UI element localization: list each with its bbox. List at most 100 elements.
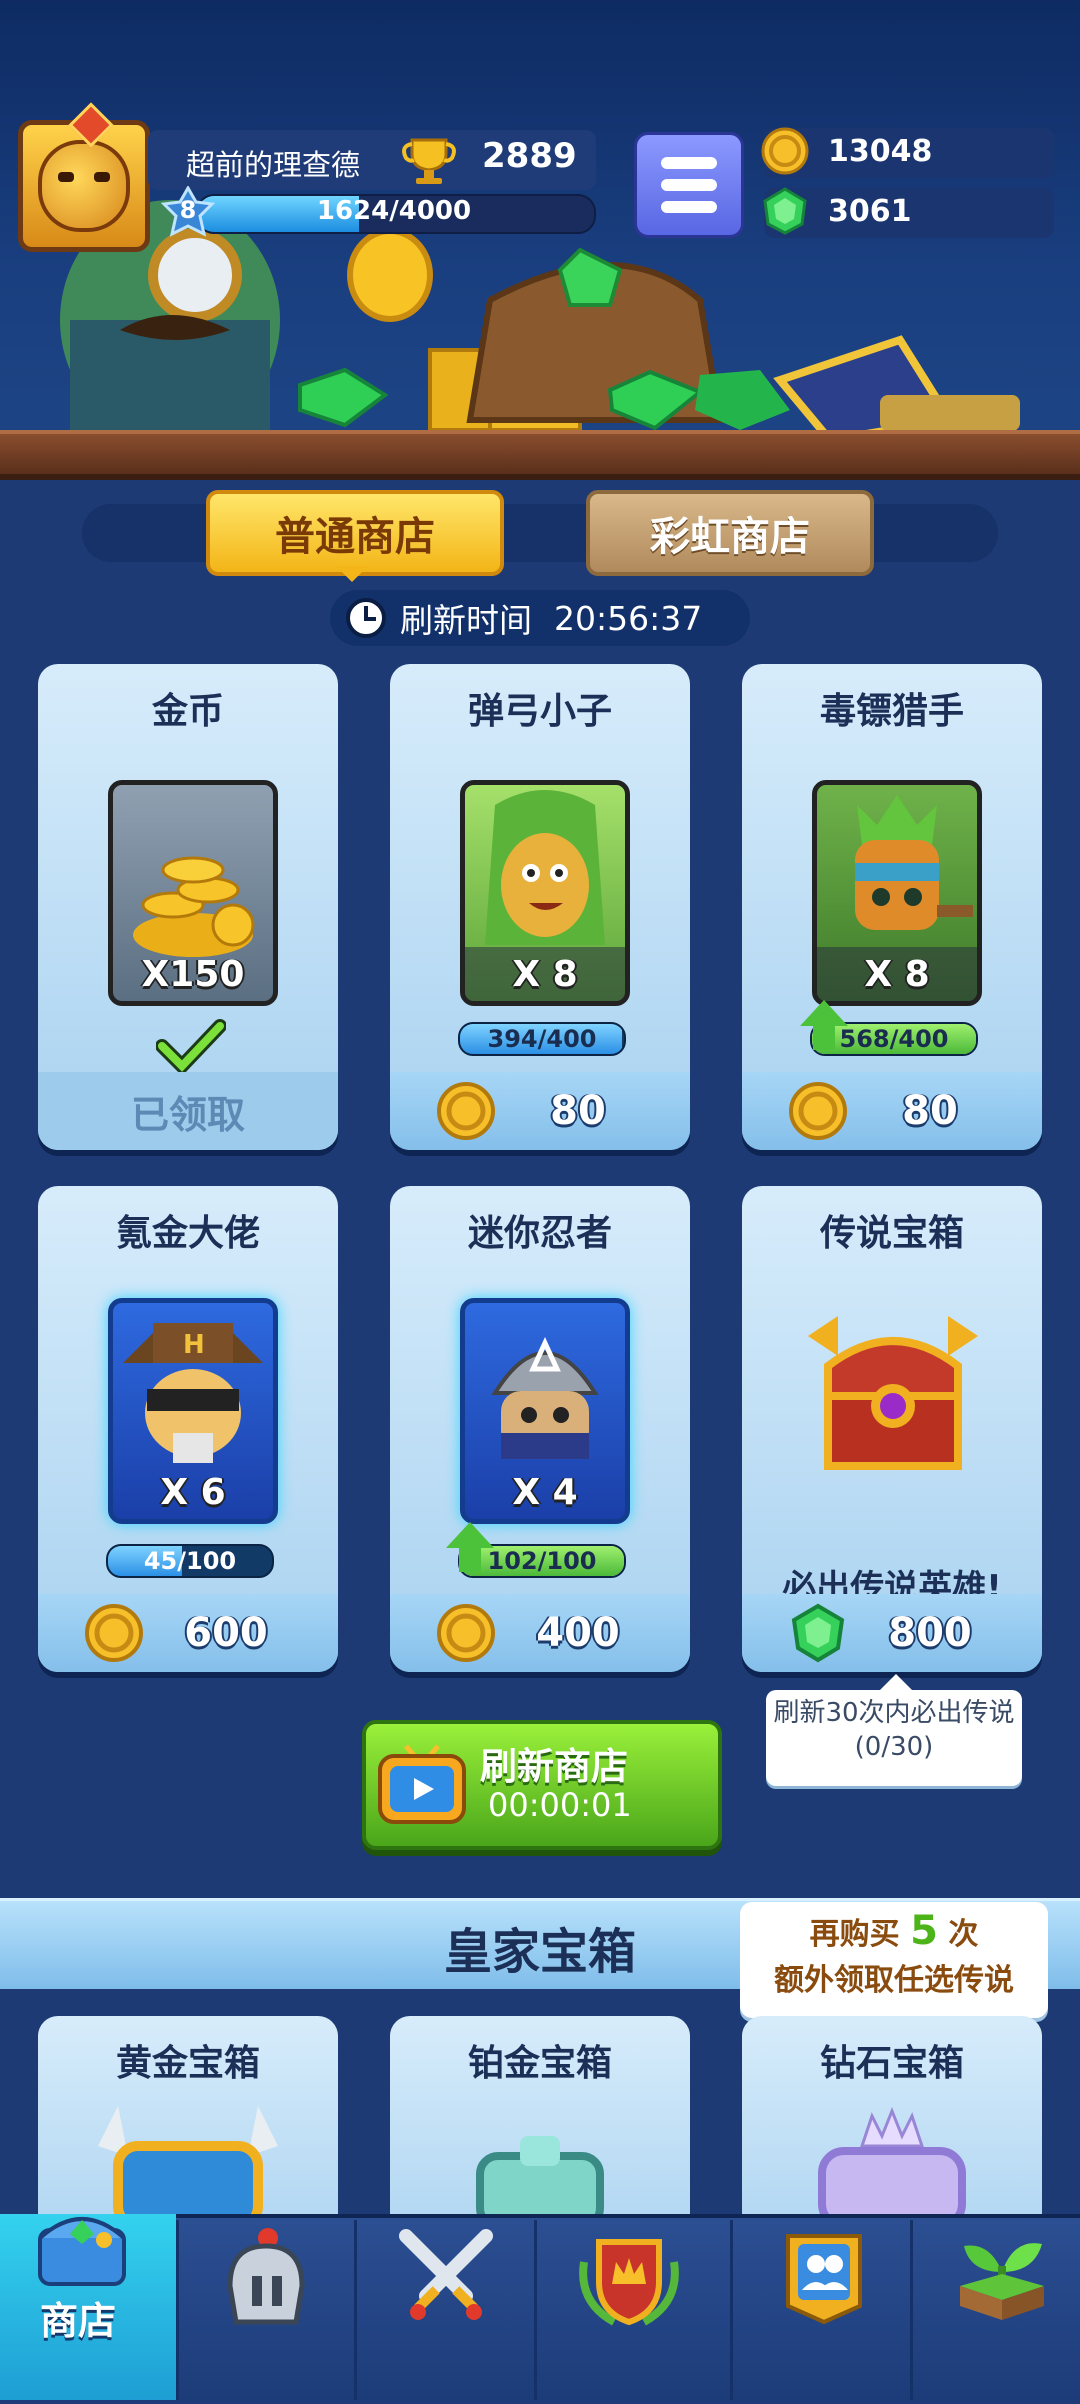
price-bar: 80 [390,1072,690,1150]
hero-frame: X 8 [812,780,982,1006]
svg-text:H: H [183,1330,205,1360]
bonus-offer-badge: 再购买 5 次 额外领取任选传说 [740,1902,1048,2018]
nav-divider [534,2220,537,2400]
upgrade-arrow-icon [446,1522,494,1548]
level-number: 8 [179,196,197,224]
refresh-shop-button[interactable]: 刷新商店 00:00:01 [362,1720,722,1850]
hero-frame: H X 6 [108,1298,278,1524]
menu-line-icon [661,179,717,191]
price-value: 600 [184,1610,268,1656]
nav-divider [910,2220,913,2400]
shelf [0,430,1080,474]
checkmark-icon [156,1019,226,1074]
video-tv-icon [378,1744,466,1824]
price-value: 400 [536,1610,620,1656]
shop-card-rich-boss[interactable]: 氪金大佬 H X 6 45/100 600 [38,1186,338,1672]
bonus-count: 5 [910,1908,938,1954]
trophy-count: 2889 [482,136,577,176]
shop-card-gold[interactable]: 金币 X150 已领取 [38,664,338,1150]
tab-pointer [336,566,368,582]
shop-card-legendary-chest[interactable]: 传说宝箱 必出传说英雄! 800 [742,1186,1042,1672]
nav-divider [354,2220,357,2400]
card-title: 铂金宝箱 [467,2043,612,2084]
card-title: 传说宝箱 [819,1213,964,1254]
price-bar: 800 [742,1594,1042,1672]
gold-amount: 13048 [828,134,933,169]
price-bar: 400 [390,1594,690,1672]
upgrade-arrow-icon [800,1000,848,1026]
knight-helmet-icon[interactable] [216,2226,316,2336]
progress-text: 45/100 [143,1547,237,1575]
tooltip-line2: (0/30) [854,1732,934,1762]
item-quantity: X 8 [864,954,930,995]
bonus-text: 次 [948,1917,979,1952]
card-progress-bar: 394/400 [458,1022,626,1056]
refresh-time: 20:56:37 [554,598,703,638]
gold-coin-icon [789,1082,847,1140]
bonus-line2: 额外领取任选传说 [774,1963,1014,1998]
avatar-face [38,140,130,232]
card-title: 钻石宝箱 [819,2043,964,2084]
menu-line-icon [661,201,717,213]
gem-amount: 3061 [828,194,912,229]
platinum-chest-icon [476,2136,604,2226]
refresh-label: 刷新时间 [400,601,532,640]
price-bar: 600 [38,1594,338,1672]
price-value: 80 [902,1088,958,1134]
menu-button[interactable] [634,132,744,238]
card-progress-bar: 45/100 [106,1544,274,1578]
refresh-timer: 刷新时间 20:56:37 [330,590,750,646]
player-name: 超前的理查德 [186,148,361,182]
nav-divider [176,2220,179,2400]
hero-frame: X 8 [460,780,630,1006]
bonus-line1: 再购买 5 次 [740,1908,1048,1958]
legendary-pity-tooltip: 刷新30次内必出传说 (0/30) [766,1674,1022,1786]
gold-coin-icon [761,127,809,175]
price-value: 80 [550,1088,606,1134]
upgrade-arrow-stem [459,1548,481,1572]
crossed-swords-icon[interactable] [396,2226,496,2326]
refresh-shop-timer: 00:00:01 [488,1786,632,1824]
level-badge: 8 [160,184,216,238]
gold-coin-icon [437,1082,495,1140]
legendary-chest-icon [808,1316,978,1470]
item-frame: X150 [108,780,278,1006]
nav-divider [730,2220,733,2400]
card-progress-bar: 102/100 [458,1544,626,1578]
tab-rainbow-shop[interactable]: 彩虹商店 [586,490,874,576]
hero-frame: X 4 [460,1298,630,1524]
card-progress-bar: 568/400 [810,1022,978,1056]
item-quantity: X 8 [512,954,578,995]
crown-shield-icon[interactable] [574,2222,684,2332]
card-title: 弹弓小子 [467,691,612,732]
card-title: 迷你忍者 [467,1213,612,1254]
gold-coin-icon [85,1604,143,1662]
shop-card-slingshot-kid[interactable]: 弹弓小子 X 8 394/400 80 [390,664,690,1150]
card-title: 氪金大佬 [115,1213,260,1254]
clock-icon [346,598,386,638]
card-title: 金币 [151,691,224,732]
shop-card-dart-hunter[interactable]: 毒镖猎手 X 8 568/400 80 [742,664,1042,1150]
xp-text: 1624/4000 [316,196,472,226]
sprout-island-icon[interactable] [950,2222,1054,2326]
menu-line-icon [661,157,717,169]
claimed-status: 已领取 [38,1072,338,1150]
tooltip-line1: 刷新30次内必出传说 [773,1698,1015,1728]
progress-text: 102/100 [487,1547,597,1575]
green-gem-icon [791,1603,845,1663]
item-quantity: X150 [141,954,245,995]
shop-chest-icon [38,2217,126,2286]
price-bar: 80 [742,1072,1042,1150]
shop-card-mini-ninja[interactable]: 迷你忍者 X 4 102/100 400 [390,1186,690,1672]
nav-shop-label: 商店 [40,2299,117,2343]
item-quantity: X 4 [512,1472,578,1513]
trophy-icon [402,138,456,184]
card-title: 黄金宝箱 [115,2043,260,2084]
tab-normal-shop[interactable]: 普通商店 [206,490,504,576]
gold-coin-icon [437,1604,495,1662]
green-gem-icon [763,187,807,235]
player-avatar[interactable] [18,102,150,252]
friends-banner-icon[interactable] [774,2226,874,2326]
price-value: 800 [888,1610,972,1656]
upgrade-arrow-stem [813,1026,835,1050]
